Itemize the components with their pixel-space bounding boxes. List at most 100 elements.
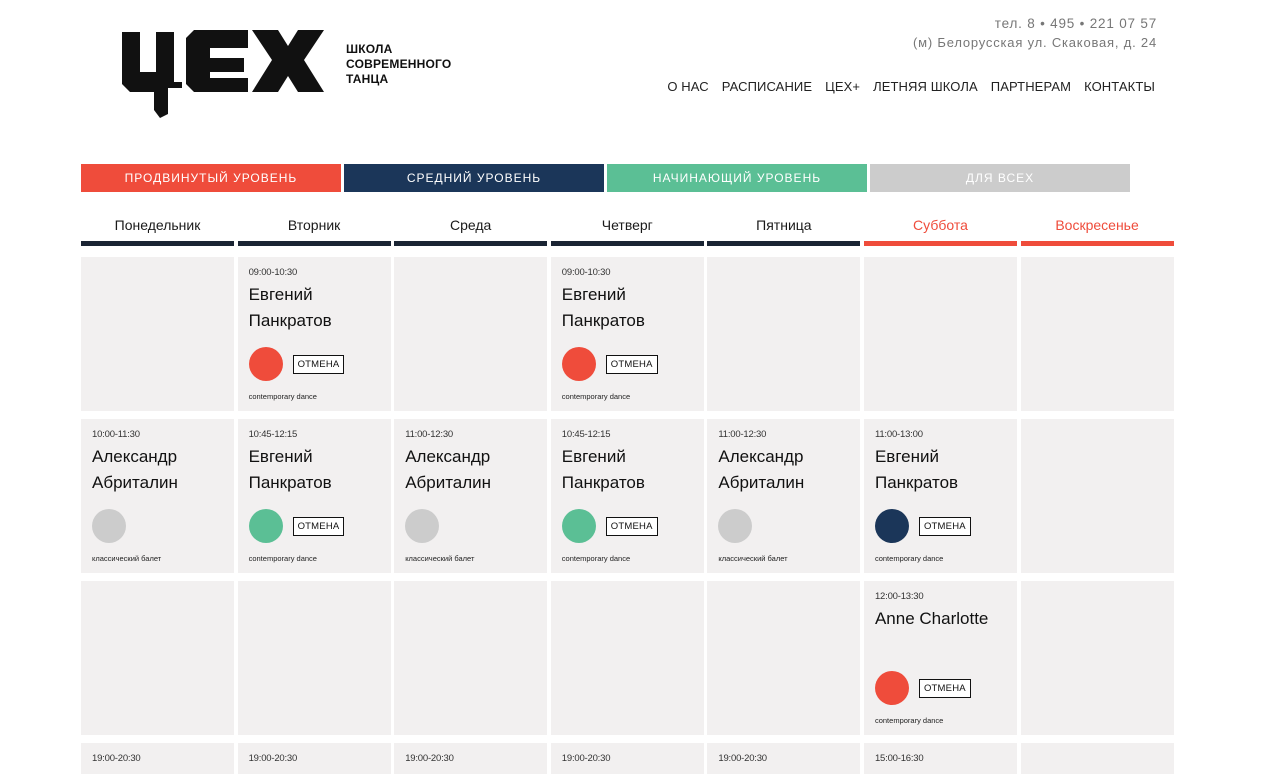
class-card[interactable]: 11:00-12:30 Александр Абриталин классически…	[394, 419, 548, 573]
level-dot	[561, 347, 596, 381]
empty-slot	[707, 257, 861, 411]
level-dot	[248, 347, 283, 381]
nav-tsekh-plus[interactable]: ЦЕХ+	[825, 79, 860, 94]
dance-style: классический балет	[405, 554, 475, 563]
class-time: 15:00-16:30	[874, 753, 924, 764]
dance-style: contemporary dance	[561, 554, 631, 563]
teacher-name[interactable]: Александр Абриталин	[92, 444, 223, 496]
main-nav: О НАС РАСПИСАНИЕ ЦЕХ+ ЛЕТНЯЯ ШКОЛА ПАРТН…	[667, 79, 1155, 94]
level-dot	[405, 509, 440, 543]
class-time: 11:00-12:30	[718, 429, 767, 440]
nav-contacts[interactable]: КОНТАКТЫ	[1084, 79, 1155, 94]
empty-slot	[707, 581, 861, 735]
class-time: 19:00-20:30	[561, 753, 611, 764]
class-card[interactable]: 15:00-16:30	[863, 743, 1017, 774]
teacher-name-line: Абриталин	[718, 473, 805, 492]
class-card[interactable]: 19:00-20:30	[237, 743, 391, 774]
teacher-name-line: Евгений	[561, 447, 626, 466]
day-thursday[interactable]: Четверг	[550, 208, 704, 246]
teacher-name-line: Панкратов	[248, 473, 332, 492]
teacher-name[interactable]: Александр Абриталин	[718, 444, 849, 496]
day-friday[interactable]: Пятница	[707, 208, 861, 246]
empty-slot	[237, 581, 391, 735]
teacher-name-line: Евгений	[248, 285, 313, 304]
dance-style: contemporary dance	[248, 554, 317, 563]
teacher-name[interactable]: Евгений Панкратов	[249, 444, 380, 496]
class-card[interactable]: 12:00-13:30 Anne Charlotte ОТМЕНА contempor…	[863, 581, 1017, 735]
class-badges: ОТМЕНА	[561, 509, 658, 543]
teacher-name[interactable]: Евгений Панкратов	[249, 282, 380, 334]
class-card[interactable]: 19:00-20:30	[81, 743, 234, 774]
level-all-tab[interactable]: ДЛЯ ВСЕХ	[870, 164, 1130, 192]
cancel-button[interactable]: ОТМЕНА	[918, 678, 971, 698]
day-sunday[interactable]: Воскресенье	[1020, 208, 1174, 246]
class-card[interactable]: 10:45-12:15 Евгений Панкратов ОТМЕНА contemp…	[550, 419, 704, 573]
class-time: 11:00-12:30	[405, 429, 453, 440]
class-time: 19:00-20:30	[92, 753, 141, 764]
class-card[interactable]: 19:00-20:30	[550, 743, 704, 774]
teacher-name-line: Панкратов	[874, 473, 959, 492]
level-dot	[718, 509, 753, 543]
class-badges: ОТМЕНА	[248, 509, 345, 543]
school-name: ШКОЛА СОВРЕМЕННОГО ТАНЦА	[346, 42, 451, 87]
level-beginner-tab[interactable]: НАЧИНАЮЩИЙ УРОВЕНЬ	[607, 164, 867, 192]
empty-slot	[863, 257, 1017, 411]
level-intermediate-tab[interactable]: СРЕДНИЙ УРОВЕНЬ	[344, 164, 604, 192]
level-dot	[561, 509, 596, 543]
teacher-name-line: Anne Charlotte	[874, 609, 989, 628]
dance-style: contemporary dance	[248, 392, 317, 401]
class-card[interactable]: 11:00-12:30 Александр Абриталин классически…	[707, 419, 861, 573]
cancel-button[interactable]: ОТМЕНА	[605, 354, 658, 374]
dance-style: contemporary dance	[874, 554, 944, 563]
teacher-name[interactable]: Евгений Панкратов	[562, 444, 693, 496]
empty-slot	[1020, 581, 1174, 735]
class-badges: ОТМЕНА	[874, 671, 971, 705]
teacher-name[interactable]: Anne Charlotte	[875, 606, 1006, 632]
cancel-button[interactable]: ОТМЕНА	[918, 516, 971, 536]
logo-letter-kh	[252, 30, 324, 92]
level-dot	[874, 509, 909, 543]
day-saturday[interactable]: Суббота	[863, 208, 1017, 246]
teacher-name-line: Александр	[92, 447, 178, 466]
class-card[interactable]: 09:00-10:30 Евгений Панкратов ОТМЕНА contemp…	[237, 257, 391, 411]
teacher-name[interactable]: Александр Абриталин	[405, 444, 536, 496]
class-card[interactable]: 10:45-12:15 Евгений Панкратов ОТМЕНА contemp…	[237, 419, 391, 573]
tsekh-logo[interactable]	[120, 26, 325, 118]
day-tuesday[interactable]: Вторник	[237, 208, 391, 246]
class-card[interactable]: 19:00-20:30	[707, 743, 861, 774]
class-time: 11:00-13:00	[874, 429, 923, 440]
class-time: 19:00-20:30	[248, 753, 298, 764]
school-name-line: ШКОЛА	[346, 42, 393, 56]
nav-schedule[interactable]: РАСПИСАНИЕ	[722, 79, 812, 94]
class-badges: ОТМЕНА	[874, 509, 971, 543]
phone-number[interactable]: тел. 8 • 495 • 221 07 57	[913, 14, 1157, 33]
nav-partners[interactable]: ПАРТНЕРАМ	[991, 79, 1071, 94]
class-card[interactable]: 09:00-10:30 Евгений Панкратов ОТМЕНА contemp…	[550, 257, 704, 411]
class-card[interactable]: 11:00-13:00 Евгений Панкратов ОТМЕНА contemp…	[863, 419, 1017, 573]
address: (м) Белорусская ул. Скаковая, д. 24	[913, 35, 1157, 50]
cancel-button[interactable]: ОТМЕНА	[292, 516, 345, 536]
class-card[interactable]: 19:00-20:30	[394, 743, 548, 774]
contacts-block: тел. 8 • 495 • 221 07 57 (м) Белорусская…	[913, 14, 1157, 52]
teacher-name-line: Александр	[405, 447, 491, 466]
teacher-name[interactable]: Евгений Панкратов	[875, 444, 1006, 496]
empty-slot	[394, 581, 548, 735]
empty-slot	[1020, 419, 1174, 573]
nav-about[interactable]: О НАС	[667, 79, 708, 94]
cancel-button[interactable]: ОТМЕНА	[605, 516, 658, 536]
level-advanced-tab[interactable]: ПРОДВИНУТЫЙ УРОВЕНЬ	[81, 164, 341, 192]
class-card[interactable]: 10:00-11:30 Александр Абриталин классически…	[81, 419, 234, 573]
class-time: 10:45-12:15	[248, 429, 298, 440]
day-wednesday[interactable]: Среда	[394, 208, 548, 246]
cancel-button[interactable]: ОТМЕНА	[292, 354, 345, 374]
class-time: 09:00-10:30	[248, 267, 298, 278]
teacher-name-line: Евгений	[248, 447, 313, 466]
school-name-line: СОВРЕМЕННОГО	[346, 57, 452, 71]
class-badges	[718, 509, 753, 543]
schedule-grid: 09:00-10:30 Евгений Панкратов ОТМЕНА contemp…	[81, 257, 1174, 774]
empty-slot	[81, 257, 234, 411]
level-dot	[248, 509, 283, 543]
day-monday[interactable]: Понедельник	[81, 208, 234, 246]
teacher-name[interactable]: Евгений Панкратов	[562, 282, 693, 334]
nav-summer-school[interactable]: ЛЕТНЯЯ ШКОЛА	[873, 79, 978, 94]
